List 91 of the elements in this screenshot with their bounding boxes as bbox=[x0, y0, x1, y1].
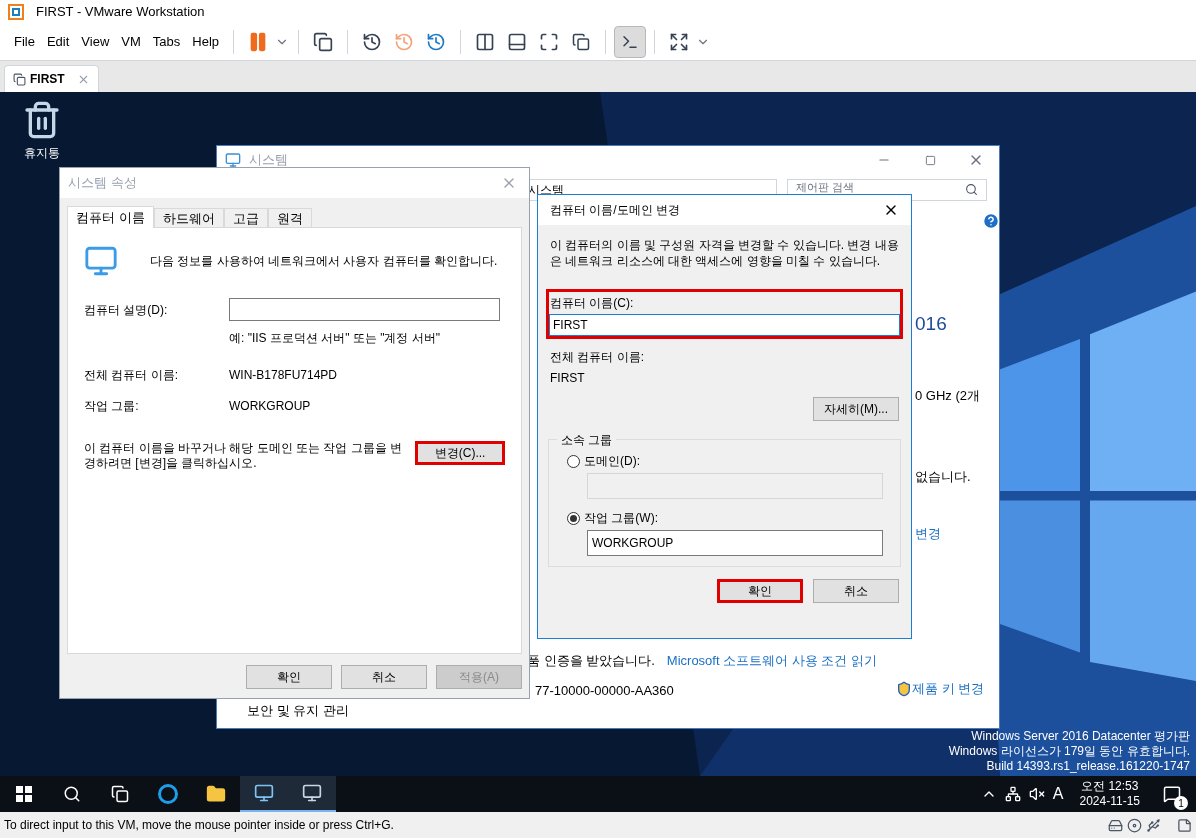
menu-item[interactable]: Tabs bbox=[146, 32, 187, 52]
workgroup-value: WORKGROUP bbox=[229, 398, 311, 415]
dialog-title: 컴퓨터 이름/도메인 변경 bbox=[550, 202, 680, 219]
see-also-link[interactable]: 보안 및 유지 관리 bbox=[247, 701, 349, 721]
clock-time[interactable]: 오전 12:53 bbox=[1081, 779, 1139, 794]
folder-icon bbox=[206, 784, 226, 804]
windows-stack-icon bbox=[313, 32, 334, 52]
search-icon bbox=[965, 183, 978, 196]
license-link[interactable]: Microsoft 소프트웨어 사용 조건 읽기 bbox=[666, 651, 878, 671]
clock-icon bbox=[394, 32, 415, 52]
dialog-button[interactable]: 변경(C)... bbox=[415, 441, 505, 465]
field-label: 작업 그룹: bbox=[84, 398, 140, 415]
menu-item[interactable]: Help bbox=[186, 32, 226, 52]
os-notice-text: Windows 라이선스가 179일 동안 유효합니다. bbox=[948, 744, 1190, 759]
computer-icon bbox=[84, 244, 118, 278]
split-panel-icon bbox=[475, 32, 496, 52]
dialog-button[interactable]: 자세히(M)... bbox=[813, 397, 899, 421]
monitor-icon bbox=[302, 783, 322, 803]
field-label: 컴퓨터 설명(D): bbox=[84, 301, 169, 319]
product-id-text: 77-10000-00000-AA360 bbox=[535, 682, 674, 700]
hint-text: 예: "IIS 프로덕션 서버" 또는 "계정 서버" bbox=[229, 330, 442, 347]
search-icon bbox=[63, 785, 81, 803]
menu-item[interactable]: File bbox=[8, 32, 41, 52]
task-view-icon bbox=[111, 785, 129, 803]
shield-icon bbox=[896, 680, 912, 697]
dialog-button[interactable]: 확인 bbox=[246, 665, 332, 689]
dialog-title: 시스템 속성 bbox=[68, 174, 137, 193]
vm-tab[interactable]: FIRST bbox=[4, 65, 99, 92]
info-text: 016 bbox=[915, 312, 947, 336]
browser-icon bbox=[158, 784, 178, 804]
desktop-icon-label[interactable]: 휴지통 bbox=[24, 144, 60, 162]
menu-item[interactable]: View bbox=[75, 32, 116, 52]
field-label: 전체 컴퓨터 이름: bbox=[84, 367, 179, 384]
radio-button[interactable] bbox=[567, 454, 580, 468]
system-icon bbox=[225, 152, 241, 168]
status-text: To direct input to this VM, move the mouse pointer inside or press Ctrl+G. bbox=[4, 817, 394, 834]
full-name-value: FIRST bbox=[549, 370, 586, 387]
dialog-button[interactable]: 취소 bbox=[813, 579, 899, 603]
computer-name-field[interactable]: FIRST bbox=[549, 314, 900, 336]
dialog-tab[interactable]: 고급 bbox=[223, 208, 268, 228]
change-instruction-text: 이 컴퓨터 이름을 바꾸거나 해당 도메인 또는 작업 그룹을 변경하려면 [변경]을 클릭하십시오. bbox=[84, 441, 403, 471]
radio-label[interactable]: 도메인(D): bbox=[584, 452, 640, 470]
clock-icon bbox=[362, 32, 383, 52]
volume-muted-icon[interactable] bbox=[1028, 786, 1045, 802]
description-text: 이 컴퓨터의 이름 및 구성원 자격을 변경할 수 있습니다. 변경 내용은 네트워크 리소스에 대한 액세스에 영향을 미칠 수 있습니다. bbox=[549, 237, 900, 269]
product-key-link[interactable]: 제품 키 변경 bbox=[912, 679, 985, 699]
server-manager-taskbar-button[interactable] bbox=[240, 776, 288, 812]
vm-icon bbox=[13, 72, 26, 86]
menu-item[interactable]: VM bbox=[115, 32, 147, 52]
field-label: 전체 컴퓨터 이름: bbox=[549, 349, 645, 366]
group-name-field[interactable] bbox=[587, 473, 883, 499]
dialog-tab[interactable]: 컴퓨터 이름 bbox=[67, 206, 154, 228]
notification-button[interactable]: 1 bbox=[1156, 778, 1188, 810]
os-notice-text: Build 14393.rs1_release.161220-1747 bbox=[986, 759, 1190, 774]
clock-date[interactable]: 2024-11-15 bbox=[1079, 794, 1140, 809]
os-notice-text: Windows Server 2016 Datacenter 평가판 bbox=[971, 729, 1190, 744]
clock-icon bbox=[426, 32, 447, 52]
window-title: FIRST - VMware Workstation bbox=[36, 3, 205, 22]
dialog-button[interactable]: 확인 bbox=[717, 579, 803, 603]
fullscreen-icon bbox=[539, 32, 560, 52]
monitor-icon bbox=[254, 783, 274, 803]
maximize-icon bbox=[924, 154, 936, 166]
window-title: 시스템 bbox=[249, 151, 288, 170]
dialog-tab[interactable]: 하드웨어 bbox=[153, 208, 224, 228]
notification-icon bbox=[1163, 785, 1181, 803]
usb-icon[interactable] bbox=[1146, 817, 1161, 833]
dialog-tab[interactable]: 원격 bbox=[267, 208, 312, 228]
windows-stack-icon bbox=[572, 33, 591, 51]
radio-button[interactable] bbox=[567, 511, 580, 525]
help-icon[interactable] bbox=[982, 212, 1000, 230]
network-icon[interactable] bbox=[1004, 786, 1021, 802]
description-field[interactable] bbox=[229, 298, 500, 321]
field-label: 컴퓨터 이름(C): bbox=[549, 295, 635, 312]
info-text: 0 GHz (2개 bbox=[915, 387, 980, 405]
bottom-panel-icon bbox=[507, 32, 528, 52]
console-view-button[interactable] bbox=[614, 26, 647, 58]
terminal-icon bbox=[621, 33, 640, 51]
computer-name-value: WIN-B178FU714PD bbox=[229, 367, 338, 384]
info-text: 없습니다. bbox=[915, 468, 971, 486]
input-method-indicator[interactable]: A bbox=[1052, 782, 1064, 806]
menu-item[interactable]: Edit bbox=[40, 32, 76, 52]
notes-icon[interactable] bbox=[1177, 817, 1192, 833]
group-name-field[interactable]: WORKGROUP bbox=[587, 530, 883, 556]
dialog-button[interactable]: 취소 bbox=[341, 665, 427, 689]
cd-drive-icon[interactable] bbox=[1127, 817, 1142, 833]
intro-text: 다음 정보를 사용하여 네트워크에서 사용자 컴퓨터를 확인합니다. bbox=[150, 253, 498, 270]
app-logo-icon bbox=[8, 4, 24, 20]
system-taskbar-button[interactable] bbox=[288, 776, 336, 812]
change-link[interactable]: 변경 bbox=[915, 524, 941, 544]
radio-label[interactable]: 작업 그룹(W): bbox=[584, 509, 658, 527]
expand-icon bbox=[669, 32, 690, 52]
